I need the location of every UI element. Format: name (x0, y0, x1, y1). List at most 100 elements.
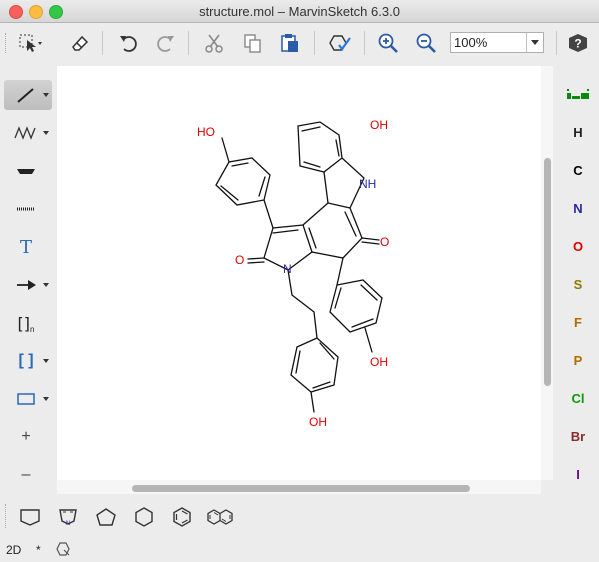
rectangle-icon (17, 393, 35, 405)
sgroup-bracket-tool[interactable]: [] n (4, 308, 52, 338)
element-br-button[interactable]: Br (567, 426, 589, 448)
plus-icon: + (21, 428, 31, 445)
text-icon: T (19, 236, 32, 258)
naphthalene-template-button[interactable] (206, 504, 234, 530)
paste-icon (281, 34, 298, 52)
dotted-bond-icon (17, 207, 35, 211)
template-button[interactable] (16, 504, 44, 530)
clean-icon (329, 35, 351, 51)
cut-button[interactable] (200, 29, 228, 57)
main-toolbar: 100% ? (0, 23, 599, 63)
label-oh-bottom: OH (309, 415, 327, 429)
rectangle-tool[interactable] (4, 384, 52, 414)
molecule-structure: HO OH NH O O N OH OH (197, 118, 389, 429)
wedge-bond-tool[interactable] (4, 156, 52, 186)
undo-icon (120, 36, 137, 52)
dotted-bond-tool[interactable] (4, 194, 52, 224)
element-s-button[interactable]: S (567, 274, 589, 296)
label-nh: NH (359, 177, 376, 191)
single-bond-tool[interactable] (4, 80, 52, 110)
element-n-button[interactable]: N (567, 198, 589, 220)
paste-button[interactable] (276, 29, 304, 57)
periodic-table-icon (567, 89, 589, 99)
window-title: structure.mol – MarvinSketch 6.3.0 (199, 4, 400, 19)
chain-tool[interactable] (4, 118, 52, 148)
chevron-down-icon[interactable] (43, 93, 49, 97)
zoom-in-button[interactable] (374, 29, 402, 57)
element-c-button[interactable]: C (567, 160, 589, 182)
status-bar: 2D * (0, 538, 599, 562)
label-o-right: O (380, 235, 389, 249)
select-tool-button[interactable] (16, 29, 44, 57)
bracket-tool[interactable]: [ ] (4, 346, 52, 376)
horizontal-scroll-thumb[interactable] (132, 485, 470, 492)
text-tool[interactable]: T (4, 232, 52, 262)
chevron-down-icon[interactable] (43, 397, 49, 401)
element-f-button[interactable]: F (567, 312, 589, 334)
svg-text:N: N (66, 521, 70, 527)
element-p-button[interactable]: P (567, 350, 589, 372)
zoom-in-icon (378, 33, 398, 53)
reaction-arrow-tool[interactable] (4, 270, 52, 300)
vertical-scrollbar[interactable] (541, 66, 553, 480)
chevron-down-icon[interactable] (43, 283, 49, 287)
cyclohexane-template-button[interactable] (130, 504, 158, 530)
naphthalene-icon (207, 509, 233, 525)
horizontal-scrollbar[interactable] (57, 480, 541, 494)
help-icon: ? (569, 34, 587, 52)
cut-icon (205, 34, 223, 53)
modified-indicator: * (36, 543, 41, 557)
tools-toolbar: T [] n [ ] + – (0, 66, 54, 494)
bracket-icon: [ ] (18, 352, 34, 369)
element-i-button[interactable]: I (567, 464, 589, 486)
cyclopentane-template-button[interactable] (92, 504, 120, 530)
arrow-icon (17, 280, 36, 290)
chevron-down-icon[interactable] (526, 33, 543, 52)
chevron-down-icon[interactable] (43, 359, 49, 363)
minus-icon: – (21, 466, 31, 483)
select-icon (19, 34, 42, 52)
copy-button[interactable] (238, 29, 266, 57)
benzene-template-button[interactable] (168, 504, 196, 530)
charge-minus-tool[interactable]: – (4, 460, 52, 490)
vertical-scroll-thumb[interactable] (544, 158, 551, 386)
element-cl-button[interactable]: Cl (567, 388, 589, 410)
charge-plus-tool[interactable]: + (4, 422, 52, 452)
label-o-left: O (235, 253, 244, 267)
help-button[interactable]: ? (564, 29, 592, 57)
templates-toolbar: N (0, 498, 599, 536)
undo-button[interactable] (114, 29, 142, 57)
wedge-bond-icon (17, 169, 35, 174)
pentagon-icon (96, 508, 116, 526)
clean-2d-button[interactable] (326, 29, 354, 57)
title-bar: structure.mol – MarvinSketch 6.3.0 (0, 0, 599, 23)
periodic-table-button[interactable] (567, 86, 589, 108)
element-h-button[interactable]: H (567, 122, 589, 144)
benzene-icon (173, 507, 191, 527)
pyrrole-icon: N (59, 509, 77, 527)
redo-icon (157, 36, 174, 52)
chevron-down-icon[interactable] (43, 131, 49, 135)
eraser-icon (72, 35, 89, 51)
erase-button[interactable] (66, 29, 94, 57)
label-n: N (283, 262, 292, 276)
label-oh-left: HO (197, 125, 215, 139)
drawing-canvas[interactable]: HO OH NH O O N OH OH (57, 66, 541, 480)
sgroup-bracket-icon: [] n (17, 313, 35, 334)
elements-toolbar: H C N O S F P Cl Br I (556, 66, 599, 494)
single-bond-icon (17, 88, 34, 103)
calculation-icon[interactable] (56, 542, 70, 559)
label-oh-top: OH (370, 118, 388, 132)
chain-icon (14, 126, 36, 140)
zoom-out-button[interactable] (412, 29, 440, 57)
pyrrole-template-button[interactable]: N (54, 504, 82, 530)
redo-button[interactable] (152, 29, 180, 57)
svg-text:?: ? (574, 37, 581, 51)
dimension-mode: 2D (6, 543, 22, 557)
zoom-out-icon (416, 33, 436, 53)
zoom-combo[interactable]: 100% (450, 32, 544, 53)
element-o-button[interactable]: O (567, 236, 589, 258)
hexagon-icon (135, 507, 153, 527)
zoom-value: 100% (454, 35, 488, 50)
bond-ring-top (297, 121, 343, 173)
